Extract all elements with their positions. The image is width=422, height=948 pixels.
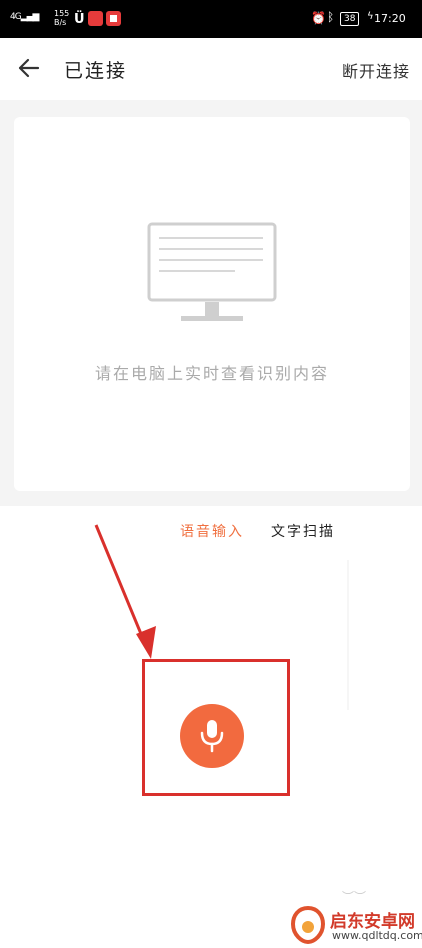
preview-panel: 请在电脑上实时查看识别内容 <box>0 100 422 506</box>
charging-icon: ϟ <box>367 11 374 22</box>
notification-icon: Ü <box>74 12 85 27</box>
clock: 17:20 <box>374 12 406 25</box>
status-bar: 4G▂▄▆ 155 B/s Ü ⏰ ᛒ 38 ϟ 17:20 <box>0 0 422 38</box>
watermark-url: www.qdltdq.com <box>332 929 422 942</box>
signal-label: 4G <box>10 12 22 22</box>
disconnect-button[interactable]: 断开连接 <box>342 58 410 82</box>
microphone-button[interactable] <box>180 704 244 768</box>
app-notification-icon <box>88 11 103 26</box>
app-header: 已连接 断开连接 <box>0 38 422 100</box>
signal-icon: 4G▂▄▆ <box>10 12 39 22</box>
network-speed: 155 B/s <box>54 9 70 27</box>
monitor-icon <box>147 222 277 321</box>
divider <box>347 560 349 710</box>
page-title: 已连接 <box>64 60 128 82</box>
tab-voice-input[interactable]: 语音输入 <box>180 521 244 541</box>
message-notification-icon <box>106 11 121 26</box>
tab-text-scan[interactable]: 文字扫描 <box>271 521 335 541</box>
back-arrow-icon[interactable] <box>16 55 42 81</box>
preview-hint: 请在电脑上实时查看识别内容 <box>94 364 329 383</box>
watermark: 启东安卓网 www.qdltdq.com <box>290 903 422 948</box>
watermark-logo-icon <box>290 905 326 945</box>
preview-card: 请在电脑上实时查看识别内容 <box>14 117 410 491</box>
microphone-icon <box>200 720 224 753</box>
battery-indicator: 38 <box>340 12 360 26</box>
alarm-icon: ⏰ <box>311 11 326 25</box>
bluetooth-icon: ᛒ <box>327 10 335 24</box>
